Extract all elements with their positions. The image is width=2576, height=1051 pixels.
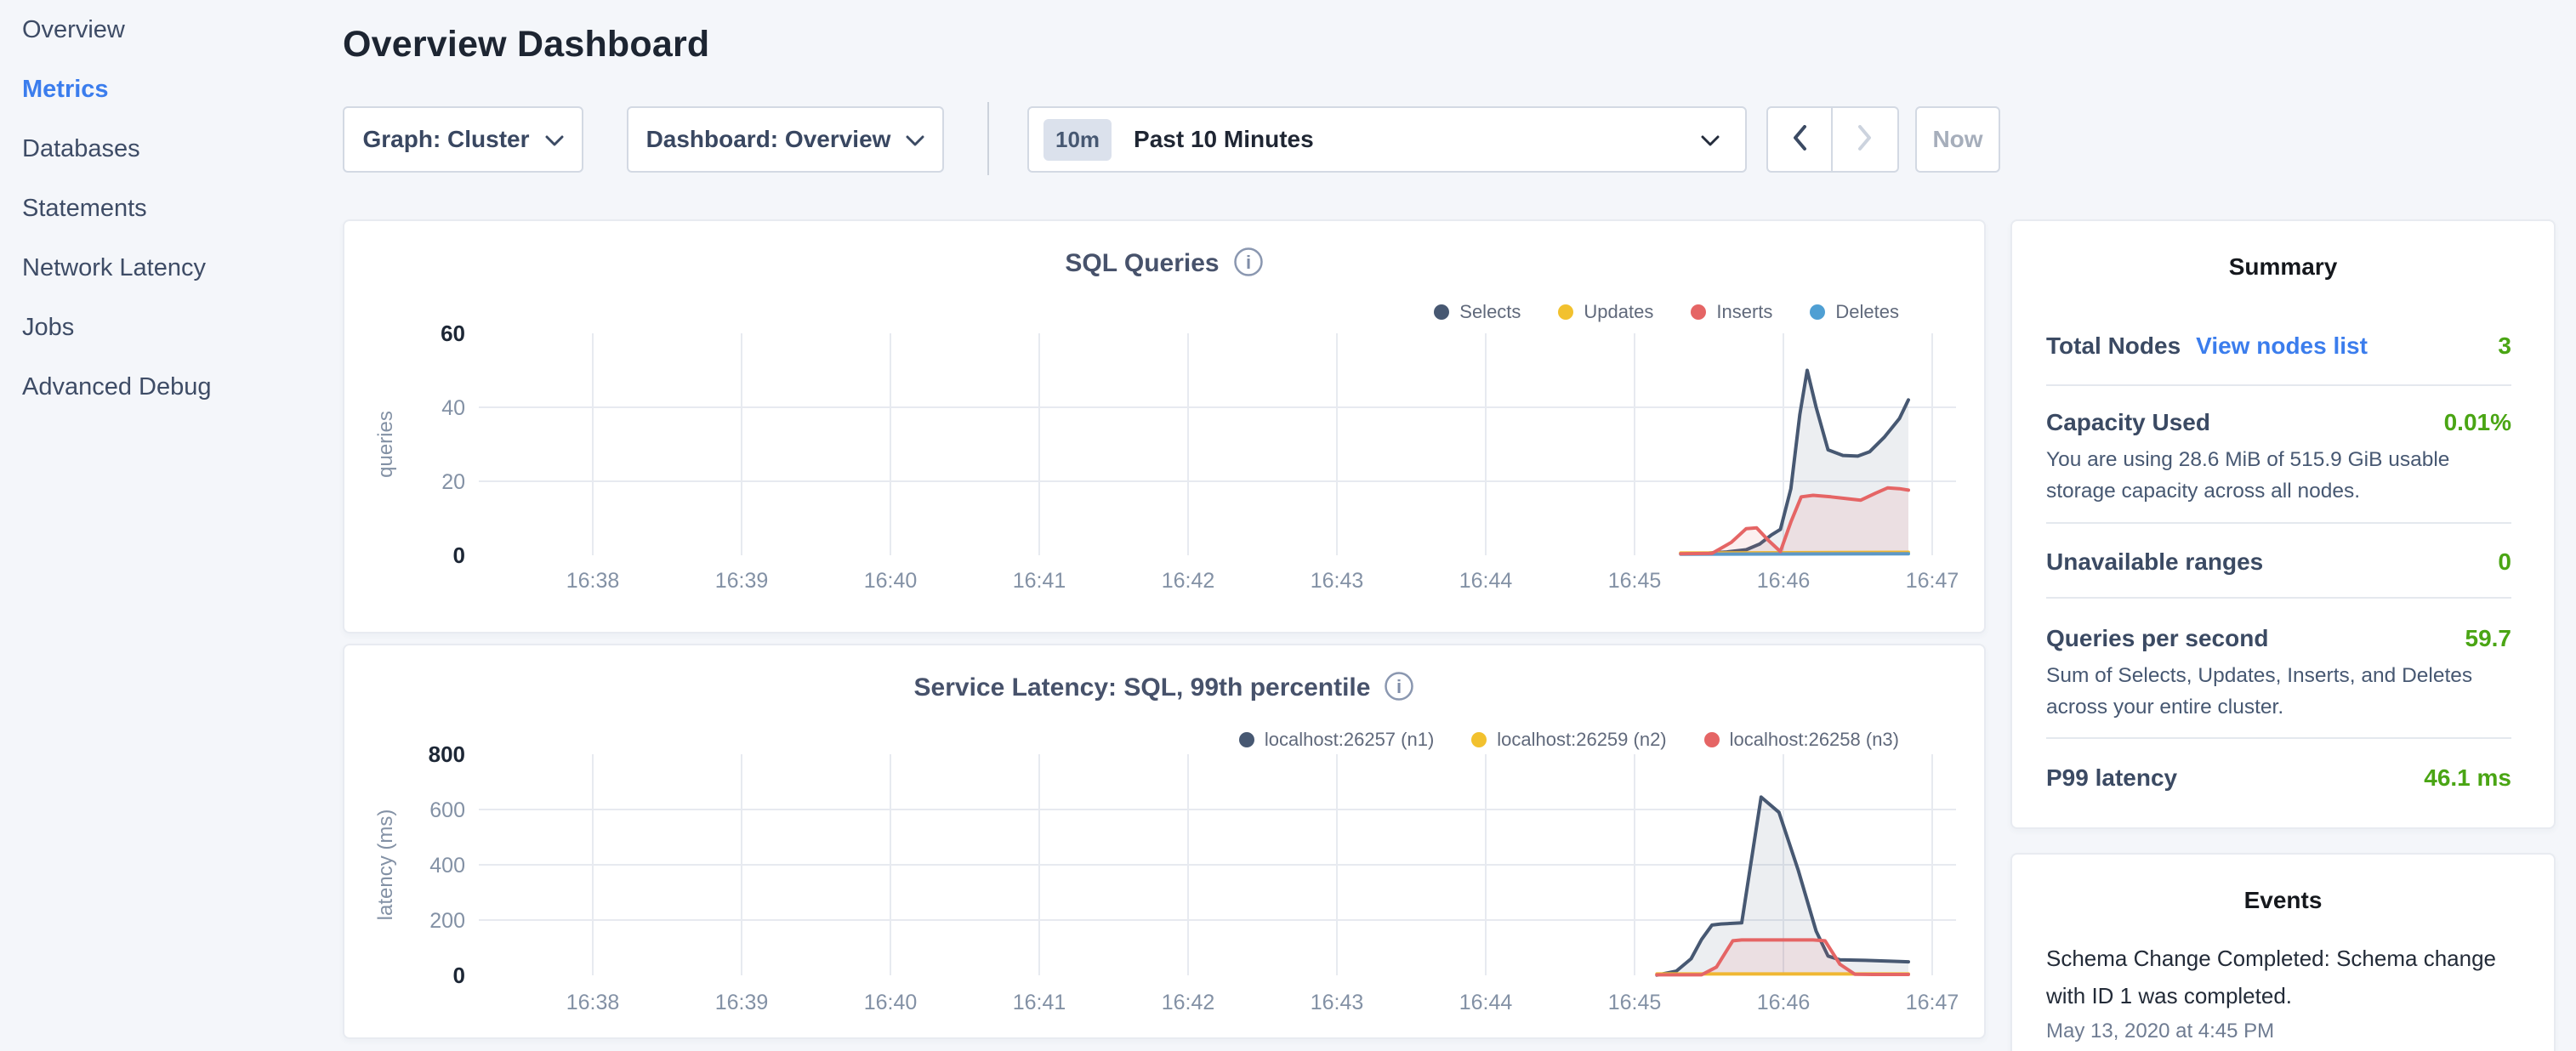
- service-latency-chart-card: Service Latency: SQL, 99th percentile i …: [343, 644, 1986, 1039]
- sidebar-item-network-latency[interactable]: Network Latency: [0, 238, 323, 298]
- time-range-selector[interactable]: 10m Past 10 Minutes: [1027, 106, 1747, 173]
- chevron-right-icon: [1857, 125, 1873, 155]
- svg-text:16:39: 16:39: [715, 569, 769, 593]
- events-title: Events: [2012, 887, 2554, 914]
- event-item-text[interactable]: Schema Change Completed: Schema change w…: [2046, 940, 2527, 1014]
- svg-text:0: 0: [453, 543, 465, 568]
- sidebar-item-databases[interactable]: Databases: [0, 119, 323, 179]
- svg-text:20: 20: [441, 470, 465, 494]
- sql-queries-chart-card: SQL Queries i Selects Updates Inserts De…: [343, 219, 1986, 633]
- svg-text:16:38: 16:38: [566, 991, 620, 1014]
- time-step-buttons: [1766, 106, 1899, 173]
- sidebar-item-advanced-debug[interactable]: Advanced Debug: [0, 357, 323, 417]
- divider: [2046, 597, 2511, 599]
- svg-text:16:45: 16:45: [1608, 569, 1662, 593]
- svg-text:400: 400: [429, 854, 465, 878]
- svg-text:16:47: 16:47: [1906, 991, 1959, 1014]
- summary-row-p99-latency: P99 latency 46.1 ms: [2046, 762, 2511, 794]
- previous-time-button[interactable]: [1768, 108, 1833, 171]
- svg-text:16:43: 16:43: [1311, 991, 1364, 1014]
- svg-text:40: 40: [441, 396, 465, 420]
- sidebar-item-jobs[interactable]: Jobs: [0, 298, 323, 357]
- svg-text:60: 60: [441, 321, 465, 346]
- chevron-left-icon: [1792, 125, 1807, 155]
- time-range-badge: 10m: [1043, 119, 1112, 161]
- total-nodes-value: 3: [2498, 332, 2511, 360]
- summary-row-capacity-used: Capacity Used 0.01%: [2046, 406, 2511, 439]
- service-latency-plot[interactable]: 16:38 16:39 16:40 16:41 16:42 16:43 16:44 16:45…: [344, 645, 1987, 1041]
- svg-text:16:41: 16:41: [1013, 991, 1066, 1014]
- sidebar-item-metrics[interactable]: Metrics: [0, 60, 323, 119]
- dashboard-dropdown-label: Dashboard: Overview: [646, 126, 891, 153]
- capacity-used-description: You are using 28.6 MiB of 515.9 GiB usab…: [2046, 444, 2518, 507]
- capacity-used-value: 0.01%: [2444, 409, 2511, 436]
- controls-divider: [987, 102, 989, 175]
- sql-queries-plot[interactable]: 16:38 16:39 16:40 16:41 16:42 16:43 16:44 16:45…: [344, 221, 1987, 635]
- svg-text:0: 0: [453, 963, 465, 988]
- dashboard-dropdown[interactable]: Dashboard: Overview: [627, 106, 944, 173]
- svg-text:800: 800: [429, 741, 465, 767]
- chevron-down-icon: [545, 126, 564, 153]
- svg-text:16:40: 16:40: [864, 569, 918, 593]
- event-item-timestamp: May 13, 2020 at 4:45 PM: [2046, 1020, 2274, 1043]
- svg-text:queries: queries: [374, 411, 397, 478]
- summary-row-unavailable-ranges: Unavailable ranges 0: [2046, 546, 2511, 578]
- divider: [2046, 737, 2511, 739]
- summary-panel: Summary Total Nodes View nodes list 3 Ca…: [2010, 219, 2556, 829]
- next-time-button[interactable]: [1833, 108, 1897, 171]
- svg-text:16:42: 16:42: [1162, 991, 1215, 1014]
- sidebar-item-overview[interactable]: Overview: [0, 0, 323, 60]
- queries-per-second-value: 59.7: [2465, 625, 2512, 652]
- svg-text:200: 200: [429, 909, 465, 933]
- sidebar-item-statements[interactable]: Statements: [0, 179, 323, 238]
- view-nodes-list-link[interactable]: View nodes list: [2196, 332, 2368, 360]
- summary-row-queries-per-second: Queries per second 59.7: [2046, 622, 2511, 655]
- svg-text:16:40: 16:40: [864, 991, 918, 1014]
- overview-dashboard-screen: Overview Metrics Databases Statements Ne…: [0, 0, 2576, 1051]
- svg-text:16:46: 16:46: [1757, 569, 1811, 593]
- graph-scope-dropdown[interactable]: Graph: Cluster: [343, 106, 583, 173]
- svg-text:16:43: 16:43: [1311, 569, 1364, 593]
- chevron-down-icon: [1701, 135, 1720, 151]
- now-button[interactable]: Now: [1915, 106, 2000, 173]
- page-title: Overview Dashboard: [343, 24, 709, 65]
- svg-text:16:45: 16:45: [1608, 991, 1662, 1014]
- p99-latency-value: 46.1 ms: [2424, 764, 2511, 792]
- events-panel: Events Schema Change Completed: Schema c…: [2010, 853, 2556, 1051]
- svg-text:16:46: 16:46: [1757, 991, 1811, 1014]
- svg-text:16:47: 16:47: [1906, 569, 1959, 593]
- svg-text:latency (ms): latency (ms): [374, 810, 397, 921]
- sidebar-nav: Overview Metrics Databases Statements Ne…: [0, 0, 323, 1051]
- divider: [2046, 384, 2511, 386]
- svg-text:16:41: 16:41: [1013, 569, 1066, 593]
- svg-text:16:44: 16:44: [1459, 991, 1513, 1014]
- svg-text:16:44: 16:44: [1459, 569, 1513, 593]
- svg-text:16:42: 16:42: [1162, 569, 1215, 593]
- time-range-label: Past 10 Minutes: [1134, 126, 1314, 153]
- svg-text:600: 600: [429, 798, 465, 822]
- divider: [2046, 522, 2511, 524]
- queries-per-second-description: Sum of Selects, Updates, Inserts, and De…: [2046, 660, 2518, 723]
- summary-row-total-nodes: Total Nodes View nodes list 3: [2046, 330, 2511, 362]
- chevron-down-icon: [906, 126, 924, 153]
- unavailable-ranges-value: 0: [2498, 548, 2511, 576]
- summary-title: Summary: [2012, 253, 2554, 281]
- svg-text:16:39: 16:39: [715, 991, 769, 1014]
- graph-scope-dropdown-label: Graph: Cluster: [362, 126, 529, 153]
- svg-text:16:38: 16:38: [566, 569, 620, 593]
